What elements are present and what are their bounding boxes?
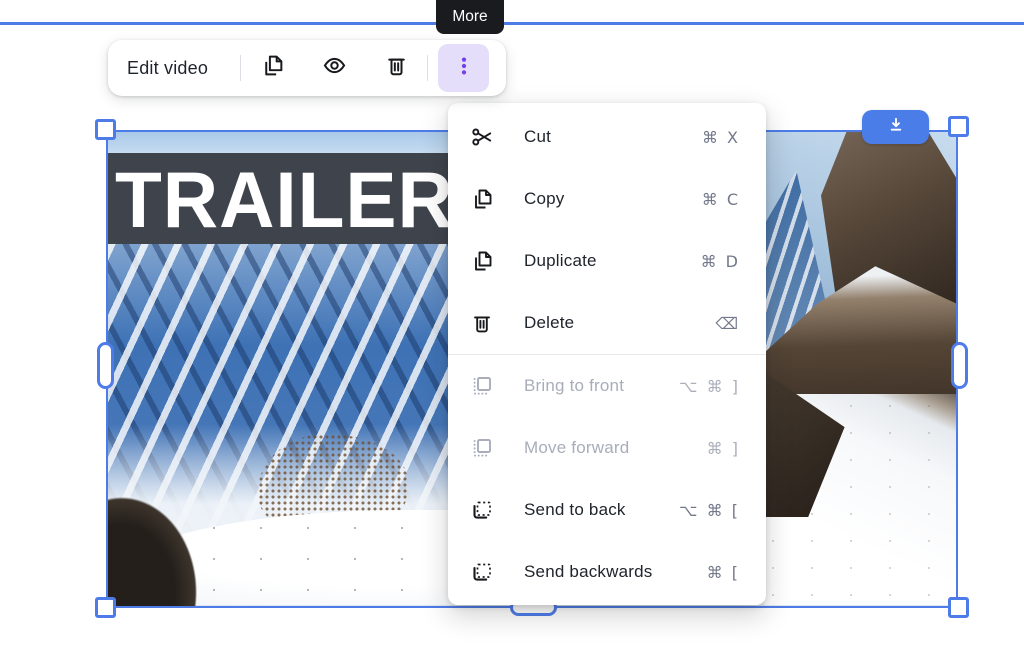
resize-handle-left[interactable] (97, 342, 114, 389)
resize-handle-bottom-left[interactable] (95, 597, 116, 618)
scissors-icon (470, 125, 494, 149)
toolbar-divider (427, 55, 428, 81)
video-overlay-text: TRAILER (115, 153, 454, 244)
menu-item-cut[interactable]: Cut ⌘ X (448, 106, 766, 168)
preview-button[interactable] (303, 40, 365, 96)
send-to-back-icon (470, 498, 494, 522)
menu-item-shortcut: ⌘ X (702, 128, 740, 147)
menu-item-shortcut: ⌥ ⌘ ] (679, 377, 740, 396)
trash-icon (470, 311, 494, 335)
menu-item-shortcut: ⌘ [ (707, 563, 740, 582)
menu-item-label: Copy (524, 189, 565, 209)
delete-button[interactable] (365, 40, 427, 96)
menu-item-label: Move forward (524, 438, 629, 458)
menu-item-delete[interactable]: Delete ⌫ (448, 292, 766, 354)
download-icon (886, 115, 906, 140)
menu-item-copy[interactable]: Copy ⌘ C (448, 168, 766, 230)
page-boundary-line (0, 22, 1024, 25)
menu-item-shortcut: ⌘ C (702, 190, 740, 209)
send-backwards-icon (470, 560, 494, 584)
resize-handle-right[interactable] (951, 342, 968, 389)
move-forward-icon (470, 436, 494, 460)
video-frame-right-scene (764, 132, 956, 605)
menu-item-label: Send to back (524, 500, 626, 520)
menu-item-move-forward[interactable]: Move forward ⌘ ] (448, 417, 766, 479)
element-toolbar: Edit video (108, 40, 506, 96)
vertical-dots-icon (452, 54, 476, 83)
canvas-stage: TRAILER More Edit video (0, 0, 1024, 655)
download-button[interactable] (862, 110, 929, 144)
menu-item-label: Duplicate (524, 251, 597, 271)
eye-icon (322, 53, 347, 83)
menu-item-label: Bring to front (524, 376, 624, 396)
menu-item-bring-to-front[interactable]: Bring to front ⌥ ⌘ ] (448, 355, 766, 417)
menu-item-send-to-back[interactable]: Send to back ⌥ ⌘ [ (448, 479, 766, 541)
menu-item-shortcut: ⌘ D (701, 252, 740, 271)
resize-handle-top-left[interactable] (95, 119, 116, 140)
copy-icon (470, 187, 494, 211)
bring-to-front-icon (470, 374, 494, 398)
trash-icon (384, 53, 409, 83)
menu-item-duplicate[interactable]: Duplicate ⌘ D (448, 230, 766, 292)
menu-item-label: Cut (524, 127, 551, 147)
resize-handle-bottom-right[interactable] (948, 597, 969, 618)
menu-item-shortcut: ⌥ ⌘ [ (679, 501, 740, 520)
edit-video-button[interactable]: Edit video (108, 58, 240, 79)
menu-item-label: Delete (524, 313, 574, 333)
context-menu: Cut ⌘ X Copy ⌘ C Duplicate ⌘ D (448, 103, 766, 605)
duplicate-button[interactable] (241, 40, 303, 96)
menu-item-label: Send backwards (524, 562, 652, 582)
more-button[interactable] (438, 44, 489, 92)
duplicate-icon (470, 249, 494, 273)
resize-handle-top-right[interactable] (948, 116, 969, 137)
menu-item-shortcut: ⌘ ] (707, 439, 740, 458)
more-tooltip: More (436, 0, 504, 34)
copy-icon (260, 53, 285, 83)
menu-item-shortcut: ⌫ (715, 314, 740, 333)
rocks-foreground (106, 469, 220, 608)
menu-item-send-backwards[interactable]: Send backwards ⌘ [ (448, 541, 766, 603)
